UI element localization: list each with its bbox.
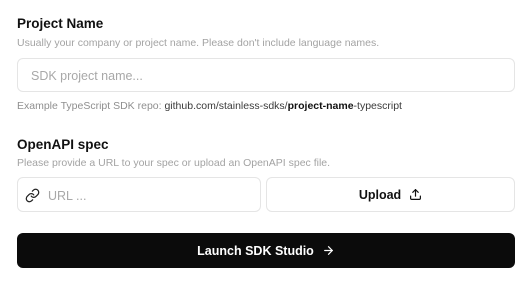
sdk-setup-form: Project Name Usually your company or pro… bbox=[0, 0, 530, 287]
project-name-field[interactable] bbox=[17, 58, 515, 93]
example-repo-bold: project-name bbox=[287, 100, 354, 112]
openapi-spec-label: OpenAPI spec bbox=[17, 137, 109, 152]
url-input[interactable] bbox=[46, 178, 255, 213]
example-repo-prefix: github.com/stainless-sdks/ bbox=[164, 100, 288, 112]
link-icon bbox=[25, 188, 40, 203]
example-repo-suffix: -typescript bbox=[353, 100, 402, 112]
upload-icon bbox=[409, 188, 422, 201]
launch-sdk-studio-button[interactable]: Launch SDK Studio bbox=[17, 233, 515, 268]
example-prefix: Example TypeScript SDK repo: bbox=[17, 100, 162, 112]
upload-button[interactable]: Upload bbox=[266, 177, 515, 212]
url-field[interactable] bbox=[17, 177, 261, 213]
openapi-spec-help: Please provide a URL to your spec or upl… bbox=[17, 157, 331, 169]
project-name-help: Usually your company or project name. Pl… bbox=[17, 37, 380, 49]
project-name-label: Project Name bbox=[17, 16, 104, 31]
example-repo-path: github.com/stainless-sdks/project-name-t… bbox=[164, 100, 402, 112]
upload-label: Upload bbox=[358, 187, 402, 202]
example-repo-hint: Example TypeScript SDK repo: github.com/… bbox=[17, 100, 402, 112]
project-name-input[interactable] bbox=[29, 59, 503, 93]
arrow-right-icon bbox=[322, 244, 335, 257]
launch-label: Launch SDK Studio bbox=[197, 243, 314, 258]
